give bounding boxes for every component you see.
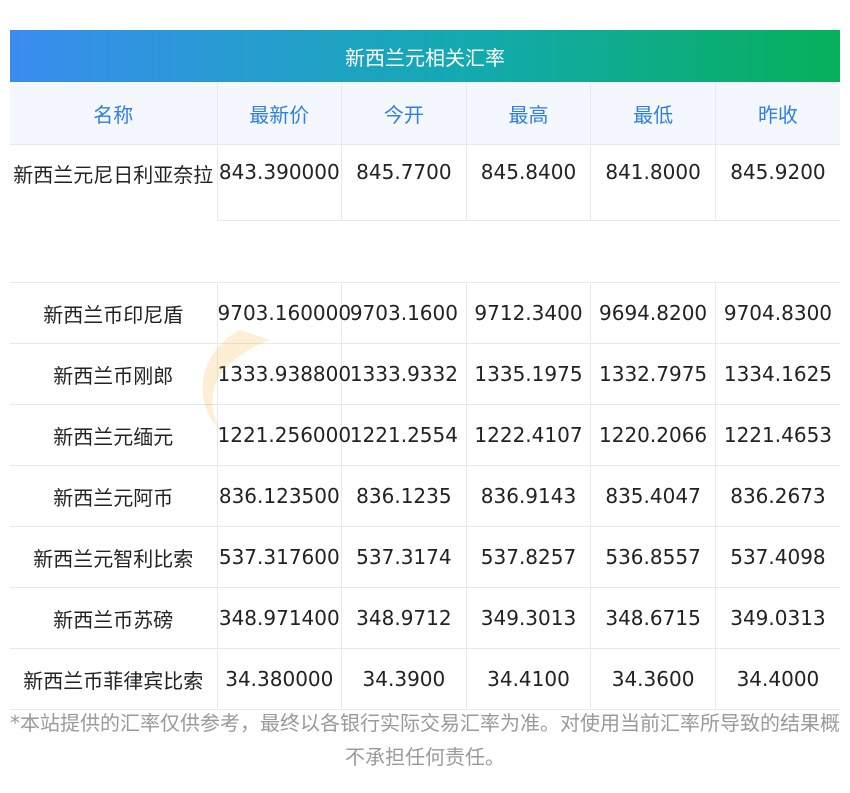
row-name: 新西兰元尼日利亚奈拉 <box>10 144 217 283</box>
cell-prev-close: 349.0313 <box>714 587 840 649</box>
row-name: 新西兰币刚郎 <box>10 343 217 405</box>
cell-low: 348.6715 <box>590 587 716 649</box>
cell-open: 348.9712 <box>341 587 467 649</box>
table-row: 新西兰元智利比索 537.317600 537.3174 537.8257 53… <box>10 526 840 588</box>
cell-low: 835.4047 <box>590 465 716 527</box>
table-title: 新西兰元相关汇率 <box>10 30 840 82</box>
cell-latest: 537.317600 <box>216 526 342 588</box>
cell-latest: 836.123500 <box>216 465 342 527</box>
cell-low: 1332.7975 <box>590 343 716 405</box>
table-row: 新西兰币印尼盾 9703.160000 9703.1600 9712.3400 … <box>10 282 840 344</box>
cell-latest: 1221.256000 <box>216 404 351 466</box>
header-latest: 最新价 <box>216 82 342 145</box>
table-row: 新西兰元尼日利亚奈拉 843.390000 845.7700 845.8400 … <box>10 144 840 283</box>
cell-open: 1333.9332 <box>341 343 467 405</box>
cell-high: 845.8400 <box>465 144 591 221</box>
cell-prev-close: 1221.4653 <box>714 404 840 466</box>
table-row: 新西兰币苏磅 348.971400 348.9712 349.3013 348.… <box>10 587 840 649</box>
row-name: 新西兰元智利比索 <box>10 526 217 588</box>
row-name: 新西兰币苏磅 <box>10 587 217 649</box>
cell-high: 537.8257 <box>465 526 591 588</box>
table-header-row: 名称 最新价 今开 最高 最低 昨收 <box>10 82 840 145</box>
cell-low: 841.8000 <box>590 144 716 221</box>
cell-latest: 843.390000 <box>216 144 342 221</box>
cell-high: 836.9143 <box>465 465 591 527</box>
cell-latest: 348.971400 <box>216 587 342 649</box>
cell-open: 845.7700 <box>341 144 467 221</box>
table-row: 新西兰币菲律宾比索 34.380000 34.3900 34.4100 34.3… <box>10 648 840 710</box>
cell-open: 836.1235 <box>341 465 467 527</box>
header-open: 今开 <box>341 82 467 145</box>
cell-prev-close: 836.2673 <box>714 465 840 527</box>
table-row: 新西兰元阿币 836.123500 836.1235 836.9143 835.… <box>10 465 840 527</box>
header-high: 最高 <box>465 82 591 145</box>
table-row: 新西兰币刚郎 1333.938800 1333.9332 1335.1975 1… <box>10 343 840 405</box>
row-name: 新西兰币菲律宾比索 <box>10 648 217 710</box>
cell-prev-close: 1334.1625 <box>714 343 840 405</box>
row-name: 新西兰币印尼盾 <box>10 282 217 344</box>
cell-low: 9694.8200 <box>590 282 716 344</box>
cell-latest: 34.380000 <box>216 648 342 710</box>
cell-low: 536.8557 <box>590 526 716 588</box>
disclaimer-text: *本站提供的汇率仅供参考，最终以各银行实际交易汇率为准。对使用当前汇率所导致的结… <box>10 711 840 769</box>
cell-high: 1222.4107 <box>465 404 591 466</box>
header-low: 最低 <box>590 82 716 145</box>
cell-prev-close: 9704.8300 <box>714 282 840 344</box>
cell-open: 34.3900 <box>341 648 467 710</box>
rates-table: 名称 最新价 今开 最高 最低 昨收 新西兰元尼日利亚奈拉 843.390000… <box>10 82 840 710</box>
cell-open: 9703.1600 <box>341 282 467 344</box>
cell-high: 34.4100 <box>465 648 591 710</box>
rates-table-container: 新西兰元相关汇率 名称 最新价 今开 最高 最低 昨收 新西兰元尼日利亚奈拉 8… <box>10 30 840 710</box>
cell-open: 537.3174 <box>341 526 467 588</box>
cell-prev-close: 34.4000 <box>714 648 840 710</box>
cell-prev-close: 845.9200 <box>714 144 840 221</box>
cell-low: 1220.2066 <box>590 404 716 466</box>
cell-open: 1221.2554 <box>341 404 467 466</box>
row-name: 新西兰元缅元 <box>10 404 217 466</box>
cell-latest: 9703.160000 <box>216 282 351 344</box>
cell-high: 349.3013 <box>465 587 591 649</box>
cell-prev-close: 537.4098 <box>714 526 840 588</box>
cell-high: 9712.3400 <box>465 282 591 344</box>
row-spacer-cell <box>217 220 840 283</box>
row-name: 新西兰元阿币 <box>10 465 217 527</box>
cell-high: 1335.1975 <box>465 343 591 405</box>
header-prev-close: 昨收 <box>714 82 840 145</box>
cell-latest: 1333.938800 <box>216 343 351 405</box>
header-name: 名称 <box>10 82 217 145</box>
table-row: 新西兰元缅元 1221.256000 1221.2554 1222.4107 1… <box>10 404 840 466</box>
cell-low: 34.3600 <box>590 648 716 710</box>
